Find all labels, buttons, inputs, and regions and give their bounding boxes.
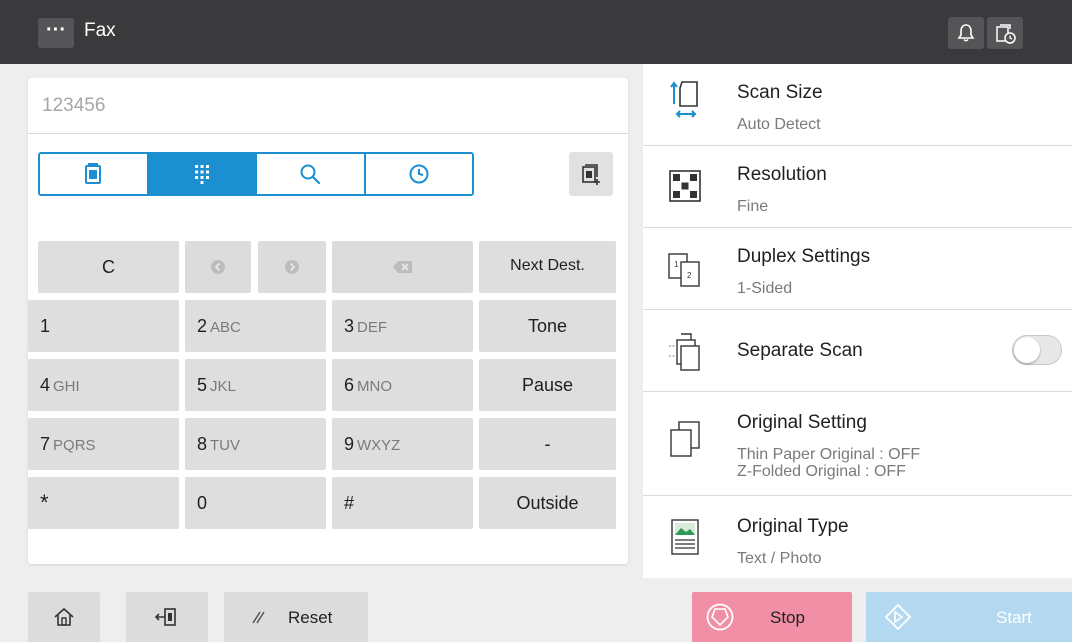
setting-title: Original Setting xyxy=(737,412,867,433)
settings-list: Scan Size Auto Detect Resolution Fine 1 … xyxy=(643,64,1072,578)
arrow-left-icon xyxy=(211,260,225,274)
tab-address-book[interactable] xyxy=(40,154,149,194)
clear-key-label: C xyxy=(102,257,115,277)
start-icon xyxy=(884,603,912,631)
backspace-icon xyxy=(392,261,412,273)
notification-button[interactable] xyxy=(948,17,984,49)
setting-resolution[interactable]: Resolution Fine xyxy=(643,146,1072,228)
tab-history[interactable] xyxy=(365,154,472,194)
fax-number-input[interactable] xyxy=(28,78,628,133)
top-bar: ··· Fax xyxy=(0,0,1072,64)
next-destination-key[interactable]: Next Dest. xyxy=(479,241,616,293)
setting-value: Text / Photo xyxy=(737,550,822,567)
menu-button[interactable]: ··· xyxy=(38,18,74,48)
register-address-button[interactable] xyxy=(569,152,613,196)
setting-title: Separate Scan xyxy=(737,340,863,361)
start-label: Start xyxy=(996,608,1032,627)
stop-icon xyxy=(706,603,734,631)
hash-key[interactable]: # xyxy=(332,477,473,529)
search-icon xyxy=(300,164,321,185)
tone-key[interactable]: Tone xyxy=(479,300,616,352)
setting-title: Resolution xyxy=(737,164,827,185)
digit-key[interactable]: 3 DEF xyxy=(332,300,473,352)
digit-key[interactable]: 1 xyxy=(28,300,179,352)
stop-button[interactable]: Stop xyxy=(692,592,852,642)
destination-panel: C Next Dest. 1 2ABC 3DEF Tone 4GHI 5JKL xyxy=(28,78,628,564)
outside-key[interactable]: Outside xyxy=(479,477,616,529)
setting-value: Auto Detect xyxy=(737,116,821,133)
address-book-icon xyxy=(85,163,102,184)
svg-text:1: 1 xyxy=(674,260,679,269)
logout-icon xyxy=(154,608,176,626)
setting-separate-scan[interactable]: Separate Scan xyxy=(643,310,1072,392)
logout-button[interactable] xyxy=(126,592,208,642)
bottom-bar: Reset Stop Start xyxy=(0,578,1072,642)
setting-scan-size[interactable]: Scan Size Auto Detect xyxy=(643,64,1072,146)
job-status-icon xyxy=(996,24,1016,44)
setting-value: 1-Sided xyxy=(737,280,793,297)
resolution-icon xyxy=(669,170,701,202)
setting-value: Thin Paper Original : OFF xyxy=(737,446,921,463)
register-address-icon xyxy=(582,164,600,185)
setting-title: Scan Size xyxy=(737,82,823,103)
setting-value-2: Z-Folded Original : OFF xyxy=(737,463,906,480)
destination-field[interactable] xyxy=(28,78,628,134)
toggle-knob xyxy=(1014,337,1040,363)
history-clock-icon xyxy=(409,164,429,184)
digit-key[interactable]: 4 GHI xyxy=(28,359,179,411)
asterisk-key[interactable]: * xyxy=(28,477,179,529)
arrow-right-icon xyxy=(285,260,299,274)
hyphen-key[interactable]: - xyxy=(479,418,616,470)
cursor-right-key[interactable] xyxy=(258,241,326,293)
keypad-icon xyxy=(194,165,209,184)
app-title: Fax xyxy=(84,20,116,41)
reset-button[interactable]: Reset xyxy=(224,592,368,642)
tab-direct-input[interactable] xyxy=(148,154,257,194)
original-setting-icon xyxy=(670,421,700,457)
home-button[interactable] xyxy=(28,592,100,642)
start-button[interactable]: Start xyxy=(866,592,1072,642)
digit-key[interactable]: 7 PQRS xyxy=(28,418,179,470)
reset-icon xyxy=(252,611,265,624)
digit-key[interactable]: 9 WXYZ xyxy=(332,418,473,470)
digit-key[interactable]: 2 ABC xyxy=(185,300,326,352)
next-destination-label: Next Dest. xyxy=(510,257,585,274)
setting-title: Original Type xyxy=(737,516,849,537)
bell-icon xyxy=(957,24,975,42)
setting-original[interactable]: Original Setting Thin Paper Original : O… xyxy=(643,392,1072,496)
scan-size-icon xyxy=(670,81,698,118)
digit-key[interactable]: 8 TUV xyxy=(185,418,326,470)
setting-value: Fine xyxy=(737,198,769,215)
pause-key[interactable]: Pause xyxy=(479,359,616,411)
tab-search[interactable] xyxy=(257,154,366,194)
setting-title: Duplex Settings xyxy=(737,246,871,267)
destination-tabs xyxy=(38,152,474,196)
home-icon xyxy=(54,607,74,626)
svg-text:2: 2 xyxy=(687,271,692,280)
duplex-icon: 1 2 xyxy=(668,253,700,287)
separate-scan-toggle[interactable] xyxy=(1012,335,1062,365)
reset-label: Reset xyxy=(288,608,333,627)
digit-key[interactable]: 0 xyxy=(185,477,326,529)
backspace-key[interactable] xyxy=(332,241,473,293)
digit-key[interactable]: 6 MNO xyxy=(332,359,473,411)
separate-scan-icon xyxy=(669,333,700,371)
cursor-left-key[interactable] xyxy=(185,241,251,293)
original-type-icon xyxy=(671,519,699,555)
setting-duplex[interactable]: 1 2 Duplex Settings 1-Sided xyxy=(643,228,1072,310)
stop-label: Stop xyxy=(770,608,805,627)
digit-key[interactable]: 5 JKL xyxy=(185,359,326,411)
setting-original-type[interactable]: Original Type Text / Photo xyxy=(643,496,1072,578)
job-status-button[interactable] xyxy=(987,17,1023,49)
clear-key[interactable]: C xyxy=(38,241,179,293)
